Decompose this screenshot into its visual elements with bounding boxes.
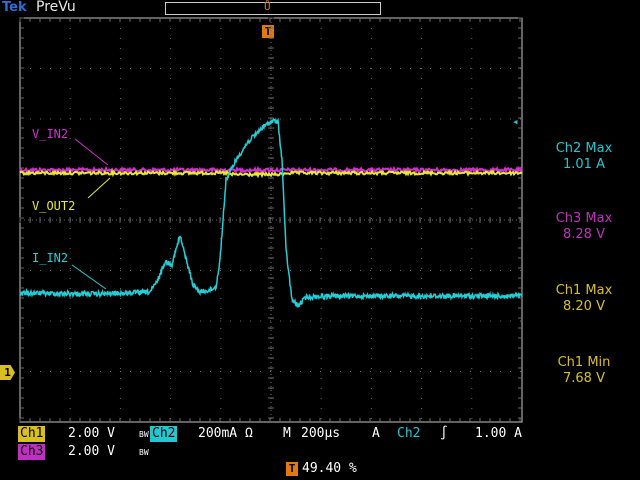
trace-v-out2 <box>19 168 523 179</box>
measurement-name: Ch3 Max <box>555 211 613 226</box>
trigger-source[interactable]: Ch2 <box>397 426 420 442</box>
leader-v-out2 <box>87 177 111 199</box>
timebase-readout[interactable]: 200µs <box>301 426 340 442</box>
ch2-reference-marker-icon[interactable]: ◂ <box>512 115 519 128</box>
ch3-bandwidth-limit-icon: BW <box>139 448 149 457</box>
ch1-bandwidth-limit-icon: BW <box>139 430 149 439</box>
label-v-out2: V_OUT2 <box>32 199 76 213</box>
ch2-button[interactable]: Ch2 <box>150 426 178 442</box>
trigger-slope-icon: ∫ <box>440 426 448 441</box>
measurement-ch3-max: Ch3 Max 8.28 V <box>528 211 640 243</box>
measurement-name: Ch1 Max <box>555 283 613 298</box>
measurement-name: Ch2 Max <box>555 141 613 156</box>
trigger-position-icon: T <box>286 462 298 476</box>
ch2-scale: 200mA Ω <box>198 426 253 441</box>
ch3-scale: 2.00 V <box>68 444 115 459</box>
label-i-in2: I_IN2 <box>32 251 69 265</box>
trigger-mode: A <box>372 426 380 441</box>
measurement-ch1-max: Ch1 Max 8.20 V <box>528 283 640 315</box>
ch1-scale: 2.00 V <box>68 426 115 441</box>
graticule-grid <box>19 17 523 423</box>
ch3-button[interactable]: Ch3 <box>18 444 46 460</box>
leader-v-in2 <box>74 138 109 166</box>
leader-i-in2 <box>71 264 107 290</box>
measurement-ch2-max: Ch2 Max 1.01 A <box>528 141 640 173</box>
measurement-value: 7.68 V <box>563 371 605 386</box>
label-v-in2: V_IN2 <box>32 127 69 141</box>
ch1-button[interactable]: Ch1 <box>18 426 46 442</box>
measurement-ch1-min: Ch1 Min 7.68 V <box>528 355 640 387</box>
measurement-value: 8.28 V <box>563 227 605 242</box>
timebase-prefix: M <box>283 426 291 441</box>
trigger-level[interactable]: 1.00 A <box>475 426 522 442</box>
measurement-name: Ch1 Min <box>557 355 611 370</box>
trigger-position-readout[interactable]: 49.40 % <box>302 461 357 477</box>
measurement-value: 8.20 V <box>563 299 605 314</box>
measurement-value: 1.01 A <box>563 157 605 172</box>
trace-v-in2 <box>19 165 523 175</box>
